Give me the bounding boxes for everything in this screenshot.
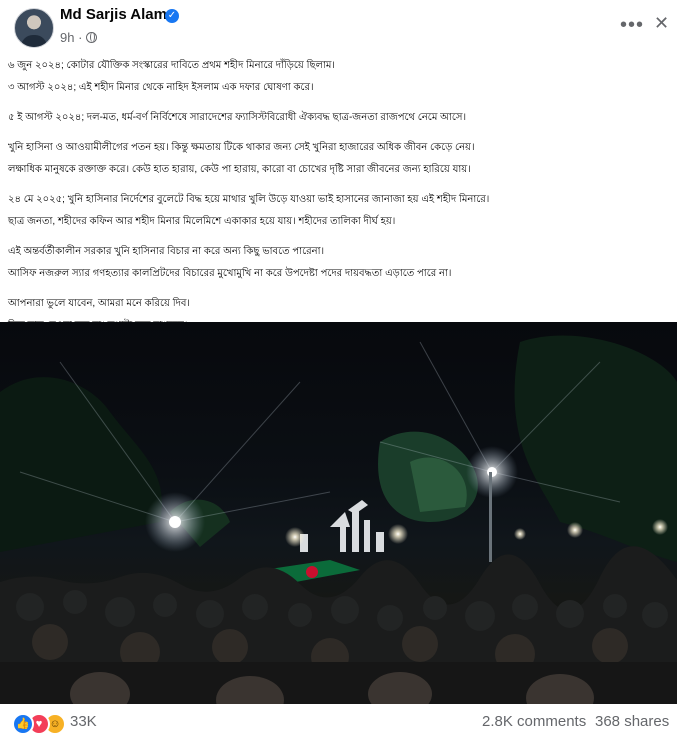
globe-icon (86, 32, 98, 43)
more-options-icon[interactable]: ••• (620, 14, 644, 37)
author-name[interactable]: Md Sarjis Alam (60, 6, 167, 23)
post-line: খুনি হাসিনা ও আওয়ামীলীগের পতন হয়। কিন্… (8, 142, 475, 153)
post-header: Md Sarjis Alam ✓ 9h · ••• ✕ (0, 0, 677, 54)
close-icon[interactable]: ✕ (654, 13, 669, 34)
post-line: আপনারা ভুলে যাবেন, আমরা মনে করিয়ে দিব। (8, 298, 190, 309)
post-paragraph: এই অন্তর্বর্তীকালীন সরকার খুনি হাসিনার ব… (8, 241, 668, 285)
night-crowd-scene (0, 335, 677, 704)
post-line: ৫ ই আগস্ট ২০২৪; দল-মত, ধর্ম-বর্ণ নির্বিশ… (8, 112, 467, 123)
post-line: ছাত্র জনতা, শহীদের কফিন আর শহীদ মিনার মি… (8, 216, 396, 227)
post-footer: 👍 ♥ ☺ 33K 2.8K comments 368 shares (0, 704, 677, 739)
post-meta: 9h · (60, 30, 98, 45)
comments-count[interactable]: 2.8K comments (482, 713, 586, 730)
post-photo[interactable] (0, 322, 677, 704)
reaction-count[interactable]: 33K (70, 713, 97, 730)
post-line: আসিফ নজরুল স্যার গণহত্যার কালপ্রিটদের বি… (8, 268, 452, 279)
post-paragraph: ৫ ই আগস্ট ২০২৪; দল-মত, ধর্ম-বর্ণ নির্বিশ… (8, 107, 668, 129)
post-line: ৩ আগস্ট ২০২৪; এই শহীদ মিনার থেকে নাহিদ ই… (8, 82, 314, 93)
post-line: ৬ জুন ২০২৪; কোটার যৌক্তিক সংস্কারের দাবি… (8, 60, 335, 71)
post-paragraph: ২৪ মে ২০২৫; খুনি হাসিনার নির্দেশের বুলেট… (8, 189, 668, 233)
post-paragraph: ৬ জুন ২০২৪; কোটার যৌক্তিক সংস্কারের দাবি… (8, 55, 668, 99)
post-line: এই অন্তর্বর্তীকালীন সরকার খুনি হাসিনার ব… (8, 246, 325, 257)
like-icon[interactable]: 👍 (12, 713, 34, 735)
author-avatar[interactable] (14, 8, 54, 48)
post-text: ৬ জুন ২০২৪; কোটার যৌক্তিক সংস্কারের দাবি… (8, 55, 668, 345)
post-time[interactable]: 9h (60, 30, 74, 45)
facebook-post: Md Sarjis Alam ✓ 9h · ••• ✕ ৬ জুন ২০২৪; … (0, 0, 677, 739)
post-line: লক্ষাধিক মানুষকে রক্তাক্ত করে। কেউ হাত হ… (8, 164, 471, 175)
post-line: ২৪ মে ২০২৫; খুনি হাসিনার নির্দেশের বুলেট… (8, 194, 490, 205)
post-paragraph: খুনি হাসিনা ও আওয়ামীলীগের পতন হয়। কিন্… (8, 137, 668, 181)
verified-badge-icon: ✓ (165, 9, 179, 23)
shares-count[interactable]: 368 shares (595, 713, 669, 730)
